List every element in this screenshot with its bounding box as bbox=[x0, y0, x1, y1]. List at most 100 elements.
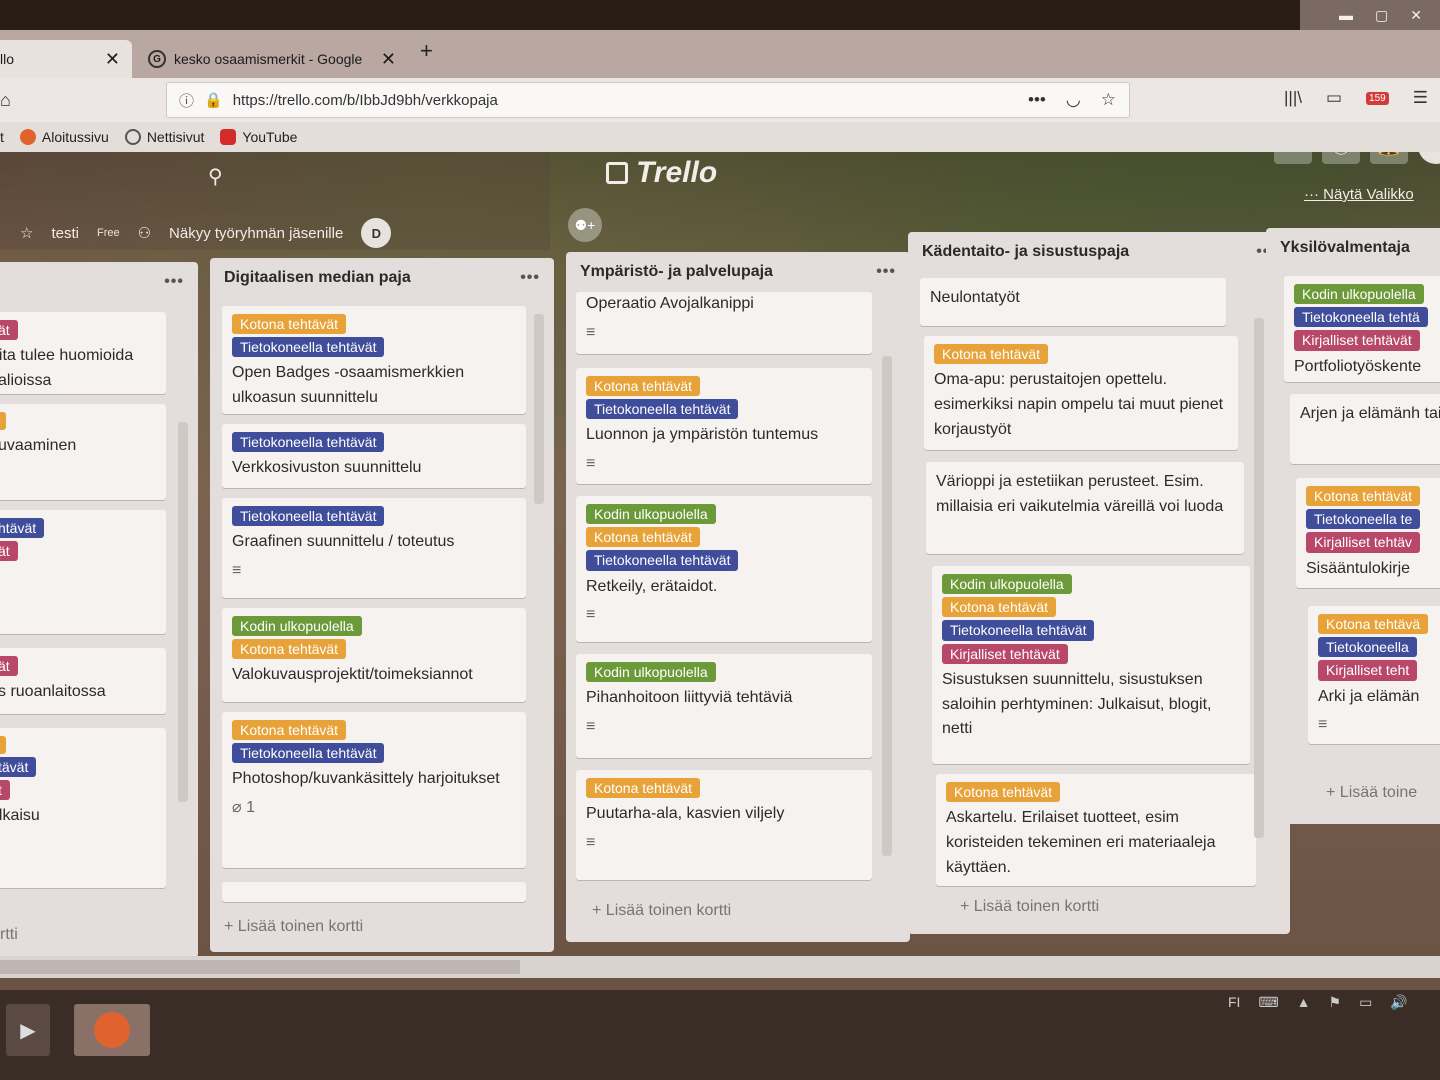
list-card[interactable]: Kotona tehtävä Tietokoneella Kirjalliset… bbox=[1308, 606, 1440, 744]
list-card[interactable]: Kotona tehtävät Puutarha-ala, kasvien vi… bbox=[576, 770, 872, 880]
description-icon: ≡ bbox=[586, 455, 596, 473]
list-card[interactable]: Tietokoneella tehtävät Verkkosivuston su… bbox=[222, 424, 526, 488]
card-labels bbox=[0, 412, 156, 430]
list-card[interactable]: Kotona tehtävät Askartelu. Erilaiset tuo… bbox=[936, 774, 1256, 886]
trello-logo[interactable]: Trello bbox=[606, 156, 717, 190]
list-card[interactable]: Kodin ulkopuolella Kotona tehtävät Tieto… bbox=[576, 496, 872, 642]
tab-trello[interactable]: llo ✕ bbox=[0, 40, 132, 78]
volume-icon[interactable]: 🔊 bbox=[1390, 994, 1407, 1011]
list-card[interactable]: Kotona tehtävät Tietokoneella tehtävät L… bbox=[576, 368, 872, 484]
avatar[interactable]: D bbox=[1418, 152, 1440, 164]
more-actions-icon[interactable]: ••• bbox=[1028, 90, 1046, 110]
list-card[interactable]: ät ys ruoanlaitossa bbox=[0, 648, 166, 714]
avatar[interactable]: D bbox=[361, 218, 392, 248]
maximize-icon[interactable]: ▢ bbox=[1375, 7, 1388, 24]
language-indicator[interactable]: FI bbox=[1228, 994, 1240, 1011]
bell-icon[interactable]: 🔔 bbox=[1370, 152, 1408, 164]
card-labels: Kotona tehtävä Tietokoneella Kirjalliset… bbox=[1318, 614, 1440, 681]
list-card[interactable]: htävät ät bbox=[0, 510, 166, 634]
list-card[interactable]: Kotona tehtävät Oma-apu: perustaitojen o… bbox=[924, 336, 1238, 450]
add-card-button[interactable]: + Lisää toinen kortti bbox=[960, 898, 1099, 916]
scrollbar-thumb[interactable] bbox=[0, 960, 520, 974]
list-card-partial[interactable] bbox=[222, 882, 526, 902]
bookmark-nettisivut[interactable]: Nettisivut bbox=[124, 129, 204, 145]
description-icon: ≡ bbox=[232, 561, 242, 579]
close-tab-icon[interactable]: ✕ bbox=[105, 49, 120, 70]
display-icon[interactable]: ▭ bbox=[1359, 994, 1372, 1011]
list-card[interactable]: Kodin ulkopuolella Pihanhoitoon liittyvi… bbox=[576, 654, 872, 758]
list-title[interactable]: Ympäristö- ja palvelupaja bbox=[580, 263, 773, 281]
more-icon[interactable]: ••• bbox=[164, 273, 184, 291]
list-card[interactable]: Operaatio Avojalkanippi ≡ bbox=[576, 292, 872, 354]
firefox-taskbar-button[interactable] bbox=[74, 1004, 150, 1056]
bookmark-aloitussivu[interactable]: Aloitussivu bbox=[19, 129, 109, 145]
info-icon[interactable]: ⓘ bbox=[179, 90, 194, 111]
list-scrollbar[interactable] bbox=[534, 314, 544, 504]
board-name[interactable]: testi bbox=[51, 225, 79, 242]
card-labels: Kotona tehtävät Tietokoneella te Kirjall… bbox=[1306, 486, 1440, 553]
add-card-button[interactable]: rtti bbox=[0, 926, 18, 944]
add-card-button[interactable]: + Lisää toinen kortti bbox=[224, 918, 363, 936]
list-card[interactable]: Värioppi ja estetiikan perusteet. Esim. … bbox=[926, 462, 1244, 554]
create-icon[interactable]: + bbox=[1274, 152, 1312, 164]
sidebar-icon[interactable]: ▭ bbox=[1326, 88, 1342, 108]
minimize-icon[interactable]: ▬ bbox=[1339, 7, 1353, 23]
card-labels: ät bbox=[0, 656, 156, 677]
board-header-left: ⚲ ☆ testi Free ⚇ Näkyy työryhmän jäsenil… bbox=[0, 152, 550, 250]
star-icon[interactable]: ☆ bbox=[20, 224, 33, 242]
add-card-button[interactable]: + Lisää toinen kortti bbox=[592, 902, 731, 920]
card-label: ät bbox=[0, 320, 18, 341]
list-card[interactable]: Kodin ulkopuolella Tietokoneella tehtä K… bbox=[1284, 276, 1440, 382]
info-circle-icon[interactable]: ⓘ bbox=[1322, 152, 1360, 164]
tray-expand-icon[interactable]: ▲ bbox=[1297, 994, 1311, 1011]
list-card[interactable]: Neulontatyöt bbox=[920, 278, 1226, 326]
list-scrollbar[interactable] bbox=[1254, 318, 1264, 838]
list-title[interactable]: Yksilövalmentaja bbox=[1280, 239, 1410, 257]
list-card[interactable]: Arjen ja elämänh taidot bbox=[1290, 394, 1440, 464]
list-header: ••• bbox=[0, 262, 198, 302]
list-title[interactable]: Digitaalisen median paja bbox=[224, 269, 411, 287]
more-icon[interactable]: ••• bbox=[520, 269, 540, 287]
bookmark-youtube[interactable]: YouTube bbox=[220, 129, 297, 145]
board-horizontal-scrollbar[interactable] bbox=[0, 956, 1440, 978]
hamburger-menu-icon[interactable]: ☰ bbox=[1413, 88, 1428, 108]
add-card-button[interactable]: + Lisää toine bbox=[1326, 784, 1417, 802]
list-scrollbar[interactable] bbox=[178, 422, 188, 802]
list-card[interactable]: Kotona tehtävät Tietokoneella tehtävät P… bbox=[222, 712, 526, 868]
keyboard-icon[interactable]: ⌨ bbox=[1258, 994, 1278, 1011]
close-tab-icon[interactable]: ✕ bbox=[381, 49, 396, 70]
invite-user-icon[interactable]: ⚉+ bbox=[568, 208, 602, 242]
list-card[interactable]: kuvaaminen bbox=[0, 404, 166, 500]
list-card[interactable]: Kodin ulkopuolella Kotona tehtävät Tieto… bbox=[932, 566, 1250, 764]
media-player-icon[interactable]: ▶ bbox=[6, 1004, 50, 1056]
card-label: Kotona tehtävät bbox=[232, 314, 347, 335]
card-label: Kotona tehtävät bbox=[586, 527, 701, 548]
new-tab-button[interactable]: + bbox=[420, 38, 433, 64]
list-card[interactable]: Tietokoneella tehtävät Graafinen suunnit… bbox=[222, 498, 526, 598]
flag-icon[interactable]: ⚑ bbox=[1329, 994, 1342, 1011]
visibility-label[interactable]: Näkyy työryhmän jäsenille bbox=[169, 225, 343, 242]
list-card[interactable]: Kotona tehtävät Tietokoneella tehtävät O… bbox=[222, 306, 526, 414]
list-title[interactable]: Kädentaito- ja sisustuspaja bbox=[922, 243, 1129, 261]
url-bar[interactable]: ⓘ 🔒 https://trello.com/b/IbbJd9bh/verkko… bbox=[166, 82, 1130, 118]
bookmark-star-icon[interactable]: ☆ bbox=[1101, 90, 1116, 110]
card-label: Kotona tehtävät bbox=[942, 597, 1057, 618]
close-window-icon[interactable]: ✕ bbox=[1410, 7, 1422, 24]
list-card[interactable]: Kodin ulkopuolella Kotona tehtävät Valok… bbox=[222, 608, 526, 702]
list-card[interactable]: Kotona tehtävät Tietokoneella te Kirjall… bbox=[1296, 478, 1440, 588]
system-tray: FI ⌨ ▲ ⚑ ▭ 🔊 bbox=[1228, 994, 1408, 1011]
bookmark-overflow[interactable]: t bbox=[0, 129, 4, 145]
more-icon[interactable]: ••• bbox=[876, 263, 896, 281]
list-card[interactable]: ät oita tulee huomioida valioissa bbox=[0, 312, 166, 394]
show-menu-link[interactable]: ··· Näytä Valikko bbox=[1304, 186, 1414, 203]
list-card[interactable]: tävät t ulkaisu bbox=[0, 728, 166, 888]
library-icon[interactable]: |||\ bbox=[1284, 88, 1302, 108]
extension-badge-icon[interactable]: 159 bbox=[1366, 91, 1389, 105]
list-scrollbar[interactable] bbox=[882, 356, 892, 856]
home-icon[interactable]: ⌂ bbox=[0, 90, 11, 111]
pocket-icon[interactable]: ◡ bbox=[1066, 90, 1081, 110]
card-title: Retkeily, erätaidot. bbox=[586, 577, 718, 595]
paperclip-icon: ⌀ bbox=[232, 799, 242, 817]
tab-google[interactable]: G kesko osaamismerkit - Google ✕ bbox=[136, 40, 408, 78]
search-icon[interactable]: ⚲ bbox=[208, 164, 223, 189]
